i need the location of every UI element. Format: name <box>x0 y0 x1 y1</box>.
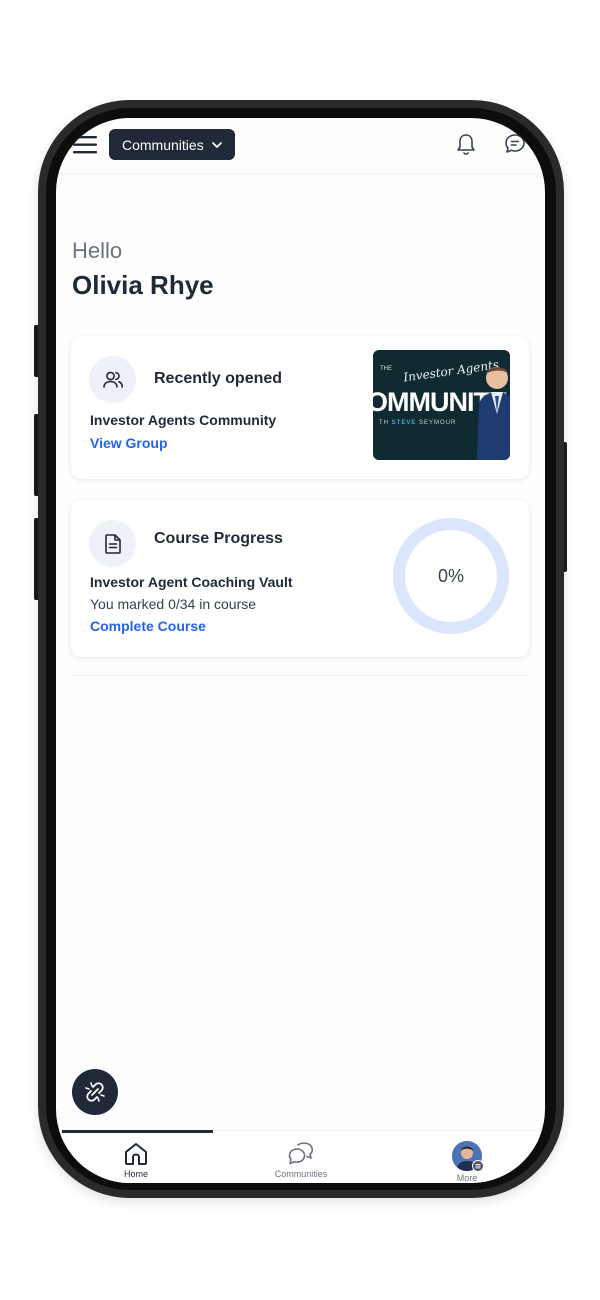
chat-bubbles-icon <box>288 1142 314 1165</box>
floating-action-button[interactable] <box>72 1069 118 1115</box>
course-progress-detail: You marked 0/34 in course <box>90 596 257 612</box>
bottom-navigation: Home Communities More <box>56 1130 545 1183</box>
hamburger-icon[interactable] <box>73 134 99 156</box>
nav-communities[interactable]: Communities <box>261 1141 341 1179</box>
active-tab-indicator <box>62 1130 213 1133</box>
greeting-hello: Hello <box>72 238 123 263</box>
nav-more-label: More <box>456 1173 478 1183</box>
chevron-down-icon <box>211 141 222 148</box>
users-icon-wrapper <box>89 356 136 403</box>
course-progress-title: Course Progress <box>154 530 283 547</box>
byline-highlight: STEVE <box>391 420 417 426</box>
bell-icon[interactable] <box>455 132 477 156</box>
byline-prefix: TH <box>379 420 389 426</box>
nav-home-label: Home <box>123 1169 148 1179</box>
menu-badge-icon <box>472 1160 484 1172</box>
view-group-link[interactable]: View Group <box>90 435 168 451</box>
dropdown-label: Communities <box>122 136 204 153</box>
top-app-bar: Communities <box>56 118 545 174</box>
nav-communities-label: Communities <box>274 1169 328 1179</box>
chat-icon[interactable] <box>503 132 527 156</box>
community-dropdown[interactable]: Communities <box>109 129 235 160</box>
recent-group-name: Investor Agents Community <box>90 412 277 428</box>
home-icon <box>125 1143 147 1165</box>
thumbnail-byline: TH STEVE SEYMOUR <box>379 420 456 426</box>
users-icon <box>102 371 123 388</box>
recently-opened-card[interactable]: Recently opened Investor Agents Communit… <box>71 336 529 479</box>
app-screen: Communities Hello Olivia Rhye Recently o… <box>56 118 545 1183</box>
byline-suffix: SEYMOUR <box>419 420 457 426</box>
presenter-photo <box>477 367 510 460</box>
community-thumbnail[interactable]: THE Investor Agents OMMUNITY TH STEVE SE… <box>373 350 510 460</box>
document-icon-wrapper <box>89 520 136 567</box>
nav-more[interactable]: More <box>427 1141 507 1183</box>
nav-home[interactable]: Home <box>96 1141 176 1179</box>
course-progress-card[interactable]: Course Progress Investor Agent Coaching … <box>71 500 529 657</box>
recently-opened-title: Recently opened <box>154 370 283 387</box>
document-icon <box>104 533 121 554</box>
thumbnail-top-text: THE <box>380 366 392 372</box>
progress-percent: 0% <box>437 565 464 586</box>
greeting-user-name: Olivia Rhye <box>72 270 214 300</box>
course-name: Investor Agent Coaching Vault <box>90 574 293 590</box>
complete-course-link[interactable]: Complete Course <box>90 618 206 634</box>
section-divider <box>71 675 529 676</box>
link-off-icon <box>85 1082 105 1102</box>
